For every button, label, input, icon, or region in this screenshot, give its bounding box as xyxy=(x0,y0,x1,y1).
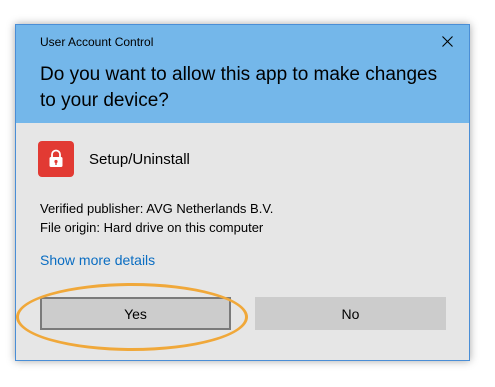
app-row: Setup/Uninstall xyxy=(38,141,190,177)
no-button[interactable]: No xyxy=(255,297,446,330)
origin-text: File origin: Hard drive on this computer xyxy=(40,220,264,235)
show-more-details-link[interactable]: Show more details xyxy=(40,252,155,268)
app-name: Setup/Uninstall xyxy=(89,150,190,168)
dialog-header: User Account Control Do you want to allo… xyxy=(16,25,469,123)
close-button[interactable] xyxy=(434,30,460,52)
close-icon xyxy=(441,35,453,47)
app-details: Verified publisher: AVG Netherlands B.V.… xyxy=(40,199,273,237)
avg-shield-lock-icon xyxy=(38,141,74,177)
window-title: User Account Control xyxy=(40,35,154,49)
uac-dialog: User Account Control Do you want to allo… xyxy=(15,24,470,361)
prompt-question: Do you want to allow this app to make ch… xyxy=(40,64,438,111)
publisher-text: Verified publisher: AVG Netherlands B.V. xyxy=(40,201,274,216)
yes-button[interactable]: Yes xyxy=(40,297,231,330)
page: User Account Control Do you want to allo… xyxy=(0,0,495,387)
